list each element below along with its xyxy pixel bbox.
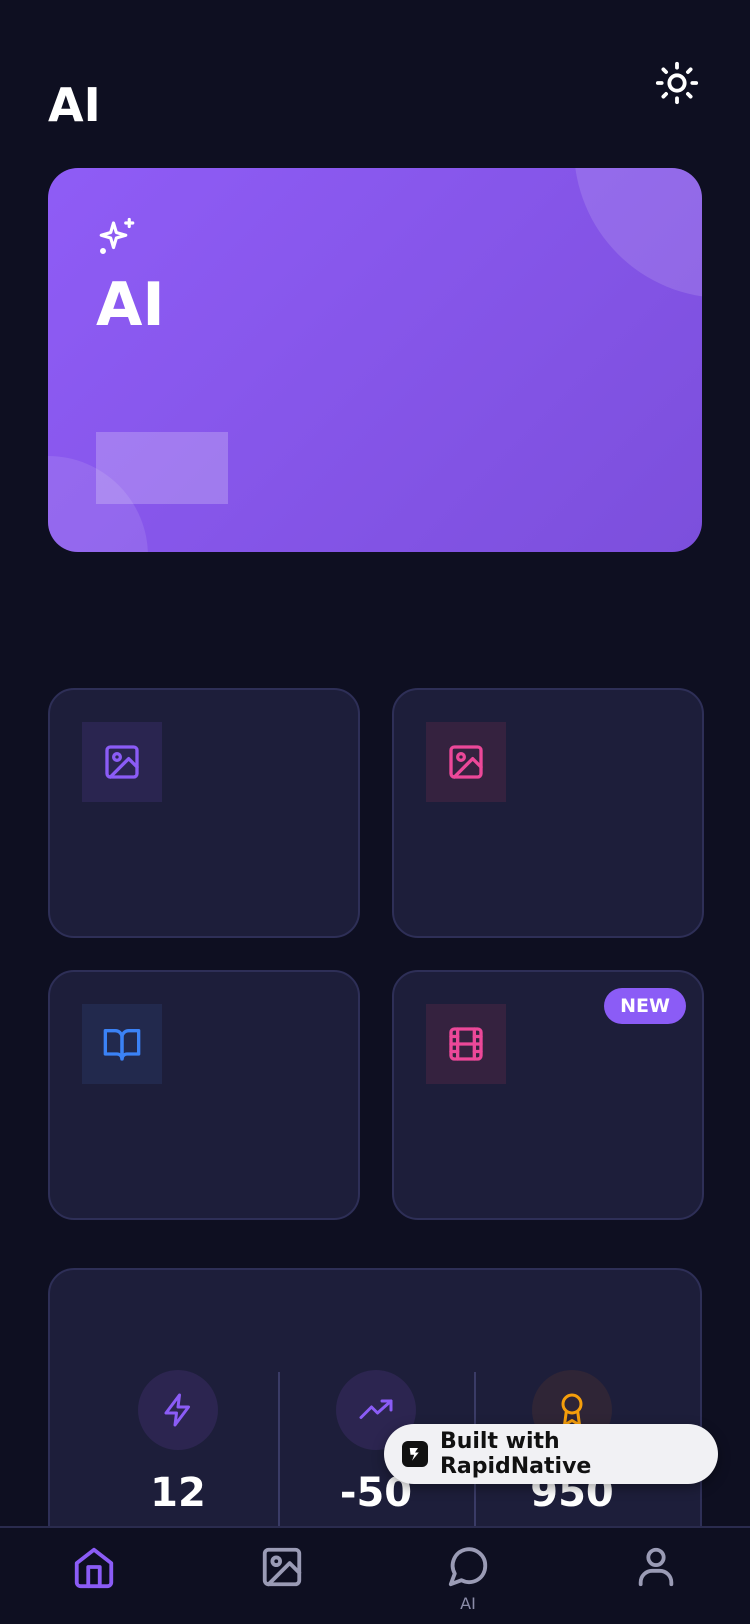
tab-profile[interactable] [624, 1544, 688, 1614]
bottom-tab-bar: AI [0, 1526, 750, 1624]
tab-home[interactable] [62, 1544, 126, 1614]
tab-label: AI [460, 1594, 476, 1613]
page-title: AI [48, 78, 101, 132]
stat-icon-circle [138, 1370, 218, 1450]
home-icon [74, 1547, 114, 1589]
built-with-toast[interactable]: Built with RapidNative [384, 1424, 718, 1484]
feature-card-image-pink[interactable] [392, 688, 704, 938]
toast-text: Built with RapidNative [439, 1429, 592, 1479]
feature-card-film[interactable]: NEW [392, 970, 704, 1220]
image-icon [262, 1547, 302, 1587]
new-badge: NEW [604, 988, 686, 1024]
decorative-circle [574, 168, 702, 298]
image-icon [105, 745, 139, 779]
message-circle-icon [448, 1547, 488, 1587]
sun-icon [655, 61, 699, 105]
image-icon [449, 745, 483, 779]
card-icon-box [82, 1004, 162, 1084]
award-icon [561, 1393, 583, 1427]
film-icon [449, 1027, 483, 1061]
theme-toggle-button[interactable] [652, 58, 702, 108]
feature-card-book[interactable] [48, 970, 360, 1220]
zap-icon [164, 1393, 190, 1427]
hero-card: AI [48, 168, 702, 552]
user-icon [638, 1547, 674, 1587]
feature-card-image-purple[interactable] [48, 688, 360, 938]
book-open-icon [103, 1029, 141, 1061]
stat-item: 12 [80, 1370, 276, 1530]
hero-title: AI [96, 270, 165, 340]
tab-gallery[interactable] [250, 1544, 314, 1614]
tab-ai[interactable]: AI [436, 1544, 500, 1614]
stat-value: 12 [150, 1470, 206, 1516]
hero-action-button[interactable] [96, 432, 228, 504]
trending-up-icon [359, 1399, 393, 1419]
rapidnative-logo-icon [402, 1441, 428, 1467]
card-icon-box [426, 1004, 506, 1084]
card-icon-box [426, 722, 506, 802]
card-icon-box [82, 722, 162, 802]
sparkles-icon [99, 217, 135, 254]
